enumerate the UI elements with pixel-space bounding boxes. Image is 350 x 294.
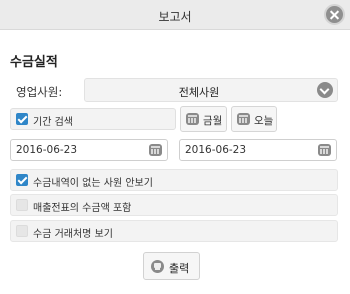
today-button[interactable]: 오늘 — [231, 106, 277, 132]
option-include-sales-slip-checkbox[interactable] — [16, 199, 28, 211]
start-date-value: 2016-06-23 — [16, 144, 78, 156]
print-label: 출력 — [169, 262, 190, 275]
option-show-customer-name-row[interactable]: 수금 거래처명 보기 — [10, 220, 338, 242]
print-icon — [151, 260, 164, 273]
this-month-label: 금월 — [203, 115, 223, 127]
sales-rep-select[interactable]: 전체사원 — [84, 78, 338, 102]
start-date-input[interactable]: 2016-06-23 — [10, 139, 168, 161]
chevron-down-icon[interactable] — [317, 82, 333, 98]
calendar-icon — [186, 113, 199, 125]
period-search-checkbox[interactable] — [16, 113, 28, 125]
option-show-customer-name-checkbox[interactable] — [16, 225, 28, 237]
option-hide-no-collection-row[interactable]: 수금내역이 없는 사원 안보기 — [10, 169, 338, 191]
this-month-button[interactable]: 금월 — [180, 106, 227, 132]
calendar-icon[interactable] — [318, 144, 331, 156]
period-search-checkbox-row[interactable]: 기간 검색 — [10, 108, 176, 130]
dialog-title: 보고서 — [158, 10, 192, 24]
calendar-icon — [237, 113, 250, 125]
option-label: 수금내역이 없는 사원 안보기 — [33, 178, 153, 189]
print-button[interactable]: 출력 — [143, 252, 200, 280]
today-label: 오늘 — [254, 115, 274, 127]
calendar-icon[interactable] — [149, 144, 162, 156]
close-icon[interactable] — [324, 4, 345, 25]
option-label: 매출전표의 수금액 포함 — [33, 203, 132, 214]
section-title: 수금실적 — [10, 55, 58, 70]
end-date-value: 2016-06-23 — [185, 144, 247, 156]
dialog-titlebar: 보고서 — [0, 0, 350, 30]
option-include-sales-slip-row[interactable]: 매출전표의 수금액 포함 — [10, 194, 338, 216]
end-date-input[interactable]: 2016-06-23 — [179, 139, 337, 161]
option-hide-no-collection-checkbox[interactable] — [16, 174, 28, 186]
sales-rep-label: 영업사원: — [16, 85, 63, 99]
option-label: 수금 거래처명 보기 — [33, 229, 113, 240]
period-search-label: 기간 검색 — [33, 117, 73, 128]
sales-rep-value: 전체사원 — [178, 86, 220, 99]
